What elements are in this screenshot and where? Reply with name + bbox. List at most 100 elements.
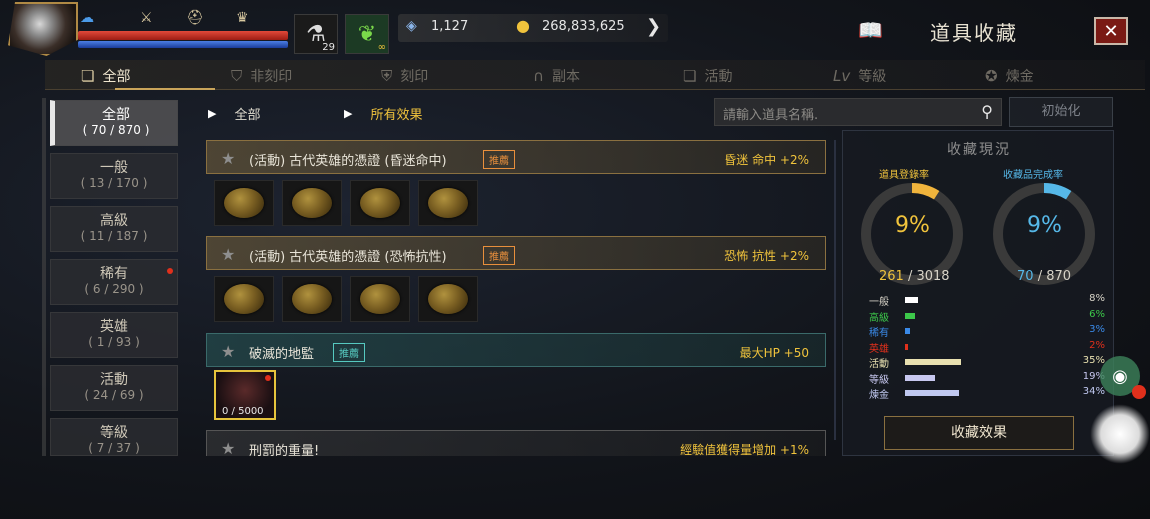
collection-header[interactable]: ★ (活動) 古代英雄的憑證 (恐怖抗性) 推薦 恐怖 抗性 +2%: [206, 236, 826, 270]
collection-title: 破滅的地監: [249, 347, 315, 362]
collection-effect-button[interactable]: 收藏效果: [884, 416, 1074, 450]
category-all[interactable]: 全部 ( 70 / 870 ): [50, 100, 178, 146]
stat-name: 活動: [869, 359, 889, 370]
list-scrollbar[interactable]: [834, 140, 836, 440]
tab-engraved[interactable]: ⛨ 刻印: [381, 66, 428, 86]
speech-icon[interactable]: ☁: [80, 10, 94, 26]
search-input[interactable]: 請輸入道具名稱. ⚲: [714, 98, 1002, 126]
mp-bar: [78, 41, 288, 48]
tab-all[interactable]: ❏ 全部: [81, 66, 130, 86]
category-count: ( 24 / 69 ): [84, 388, 144, 402]
category-scrollbar[interactable]: [42, 98, 46, 456]
hp-bar: [78, 31, 288, 40]
ring2-percent: 9%: [1027, 213, 1062, 238]
coin-item-slot[interactable]: [418, 180, 478, 226]
type-filter[interactable]: ▶ 全部: [208, 104, 260, 123]
star-icon[interactable]: ★: [221, 342, 235, 361]
category-advanced[interactable]: 高級 ( 11 / 187 ): [50, 206, 178, 252]
reset-button[interactable]: 初始化: [1009, 97, 1113, 127]
category-level[interactable]: 等級 ( 7 / 37 ): [50, 418, 178, 456]
tab-non-engraved[interactable]: ⛉ 非刻印: [231, 66, 292, 86]
shield-icon: ⛉: [231, 67, 243, 85]
stat-name: 高級: [869, 312, 889, 324]
effect-filter[interactable]: ▶ 所有效果: [344, 104, 422, 123]
category-name: 全部: [102, 107, 130, 123]
sword-icon[interactable]: ⚔: [140, 10, 153, 26]
coin-item-slot[interactable]: [350, 180, 410, 226]
hero-portrait-avatar[interactable]: [8, 2, 78, 56]
hero-coin-icon: [292, 188, 332, 218]
collection-list[interactable]: ★ (活動) 古代英雄的憑證 (昏迷命中) 推薦 昏迷 命中 +2% ★ (活動…: [198, 138, 828, 456]
hero-coin-icon: [360, 284, 400, 314]
category-normal[interactable]: 一般 ( 13 / 170 ): [50, 153, 178, 199]
collection-header[interactable]: ★ 刑罰的重量! 經驗值獲得量增加 +1%: [206, 430, 826, 456]
consumable-count: 29: [322, 42, 335, 53]
page-title: 道具收藏: [930, 21, 1018, 45]
ring1-total: / 3018: [907, 269, 950, 284]
stat-name: 英雄: [869, 343, 889, 355]
category-hero[interactable]: 英雄 ( 1 / 93 ): [50, 312, 178, 358]
stat-row: 英雄 2%: [869, 340, 1105, 355]
stat-row: 高級 6%: [869, 309, 1105, 324]
recommend-badge: 推薦: [333, 343, 365, 362]
shield-lock-icon: ⛨: [381, 67, 393, 85]
tab-dungeon[interactable]: ∩ 副本: [533, 66, 580, 86]
stat-name: 一般: [869, 297, 889, 308]
gate-icon: ∩: [533, 67, 544, 85]
star-icon[interactable]: ★: [221, 149, 235, 168]
recommend-badge: 推薦: [483, 150, 515, 169]
category-count: ( 13 / 170 ): [80, 176, 148, 190]
consumable-slot[interactable]: ⚗ 29: [294, 14, 338, 54]
buff-slot[interactable]: ❦ ∞: [345, 14, 389, 54]
stat-percent: 3%: [1089, 324, 1105, 335]
stat-row: 等級 19%: [869, 371, 1105, 386]
star-icon[interactable]: ★: [221, 245, 235, 264]
hero-coin-icon: [292, 284, 332, 314]
helmet-icon[interactable]: ⛑: [186, 10, 204, 26]
stat-name: 煉金: [869, 390, 889, 401]
hero-coin-icon: [428, 188, 468, 218]
panel-title: 收藏現況: [947, 142, 1011, 158]
category-count: ( 6 / 290 ): [84, 282, 144, 296]
map-item-slot[interactable]: 0 / 5000: [214, 370, 276, 420]
stat-row: 一般 8%: [869, 293, 1105, 308]
close-button[interactable]: ✕: [1094, 17, 1128, 45]
coin-item-slot[interactable]: [350, 276, 410, 322]
star-icon[interactable]: ★: [221, 439, 235, 456]
collection-effect: 恐怖 抗性 +2%: [724, 249, 809, 263]
buff-infinite: ∞: [377, 42, 386, 53]
tab-alchemy[interactable]: ✪ 煉金: [985, 66, 1034, 86]
stat-row: 活動 35%: [869, 355, 1105, 370]
gold-coin-icon: ●: [516, 16, 530, 35]
triangle-right-icon: ▶: [208, 107, 217, 120]
coin-item-slot[interactable]: [214, 180, 274, 226]
category-count: ( 1 / 93 ): [88, 335, 140, 349]
tab-event[interactable]: ❏ 活動: [683, 66, 732, 86]
category-event[interactable]: 活動 ( 24 / 69 ): [50, 365, 178, 411]
collection-title: (活動) 古代英雄的憑證 (恐怖抗性): [249, 250, 447, 265]
touch-cursor: [1090, 404, 1150, 464]
ring2-number: 70: [1017, 269, 1034, 284]
tab-label: 副本: [551, 69, 580, 85]
coin-item-slot[interactable]: [282, 180, 342, 226]
trophy-icon[interactable]: ♛: [236, 10, 249, 26]
record-dot[interactable]: [1132, 385, 1146, 399]
collection-header[interactable]: ★ 破滅的地監 推薦 最大HP +50: [206, 333, 826, 367]
tab-level[interactable]: Lv 等級: [833, 66, 886, 86]
type-filter-value: 全部: [234, 108, 261, 123]
tab-label: 等級: [858, 69, 887, 85]
hero-coin-icon: [224, 284, 264, 314]
category-count: ( 70 / 870 ): [82, 123, 150, 137]
level-icon: Lv: [833, 67, 851, 85]
ring1-percent: 9%: [895, 213, 930, 238]
category-rare[interactable]: 稀有 ( 6 / 290 ): [50, 259, 178, 305]
gem-amount: 1,127: [431, 19, 469, 34]
tab-bar: ❏ 全部 ⛉ 非刻印 ⛨ 刻印 ∩ 副本 ❏ 活動 Lv 等級 ✪ 煉金: [45, 60, 1145, 90]
coin-item-slot[interactable]: [418, 276, 478, 322]
chevron-right-icon[interactable]: ❯: [646, 16, 661, 37]
coin-item-slot[interactable]: [214, 276, 274, 322]
coin-item-slot[interactable]: [282, 276, 342, 322]
search-icon[interactable]: ⚲: [981, 102, 993, 121]
collection-header[interactable]: ★ (活動) 古代英雄的憑證 (昏迷命中) 推薦 昏迷 命中 +2%: [206, 140, 826, 174]
tab-label: 活動: [704, 69, 733, 85]
